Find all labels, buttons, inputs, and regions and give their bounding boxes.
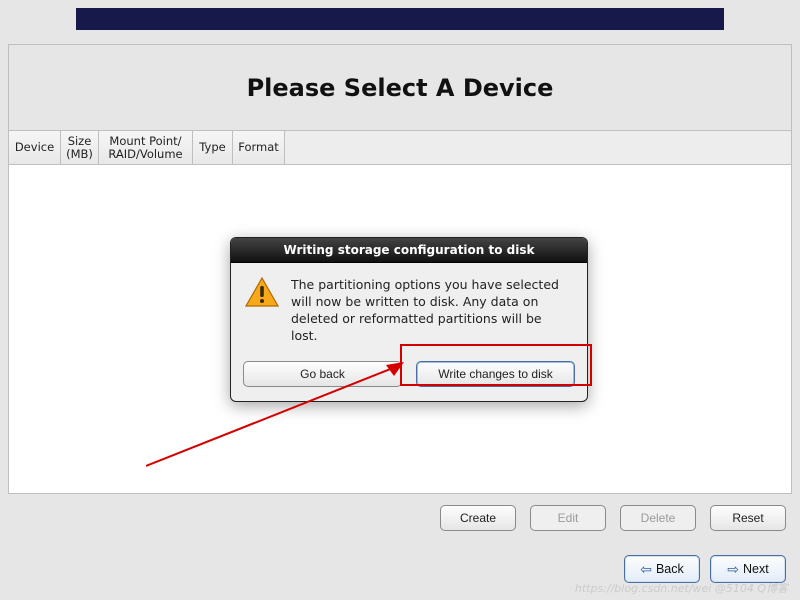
- col-device[interactable]: Device: [9, 131, 61, 164]
- back-button[interactable]: ⇦ Back: [624, 555, 700, 583]
- next-button[interactable]: ⇨ Next: [710, 555, 786, 583]
- edit-button: Edit: [530, 505, 606, 531]
- col-format[interactable]: Format: [233, 131, 285, 164]
- reset-button[interactable]: Reset: [710, 505, 786, 531]
- arrow-right-icon: ⇨: [727, 562, 739, 576]
- warning-icon: [245, 277, 279, 307]
- create-button[interactable]: Create: [440, 505, 516, 531]
- page-title-text: Please Select A Device: [247, 74, 554, 102]
- write-changes-button[interactable]: Write changes to disk: [416, 361, 575, 387]
- col-spacer: [285, 131, 791, 164]
- arrow-left-icon: ⇦: [640, 562, 652, 576]
- dialog-message: The partitioning options you have select…: [291, 277, 571, 345]
- partition-actions: Create Edit Delete Reset: [8, 500, 792, 536]
- installer-header-band: [76, 8, 724, 30]
- wizard-nav: ⇦ Back ⇨ Next: [8, 552, 792, 586]
- col-type[interactable]: Type: [193, 131, 233, 164]
- delete-button: Delete: [620, 505, 696, 531]
- col-size[interactable]: Size (MB): [61, 131, 99, 164]
- col-mountpoint[interactable]: Mount Point/ RAID/Volume: [99, 131, 193, 164]
- dialog-body: The partitioning options you have select…: [231, 263, 587, 351]
- device-table-header: Device Size (MB) Mount Point/ RAID/Volum…: [9, 131, 791, 165]
- dialog-title: Writing storage configuration to disk: [231, 238, 587, 263]
- dialog-buttons: Go back Write changes to disk: [231, 351, 587, 401]
- go-back-button[interactable]: Go back: [243, 361, 402, 387]
- page-title: Please Select A Device: [9, 45, 791, 131]
- write-storage-dialog: Writing storage configuration to disk Th…: [230, 237, 588, 402]
